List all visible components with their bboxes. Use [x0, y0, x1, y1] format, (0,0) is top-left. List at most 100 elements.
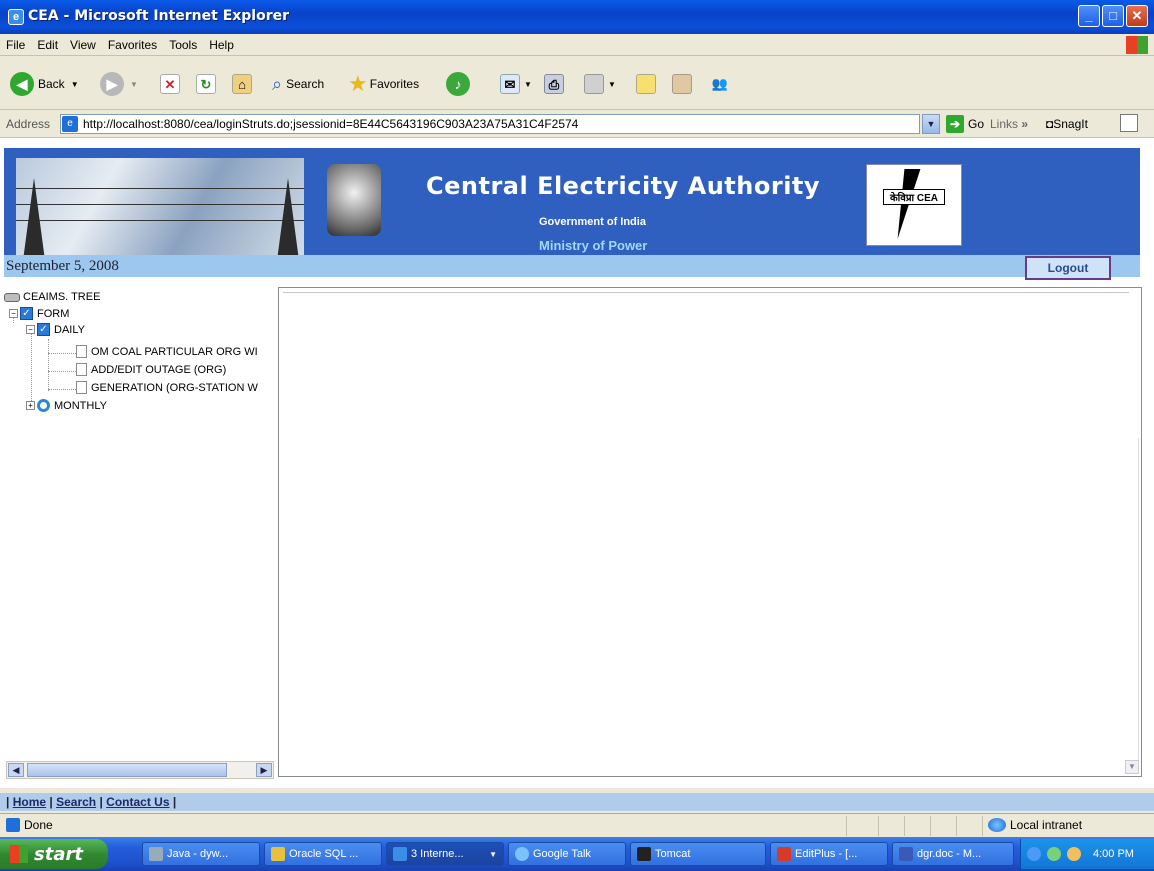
navigation-tree: CEAIMS. TREE − ✓ FORM − ✓ DAILY OM COAL …: [4, 289, 276, 769]
tree-node-daily-label: DAILY: [54, 323, 85, 336]
menu-favorites[interactable]: Favorites: [102, 34, 163, 56]
tray-expand-icon[interactable]: [1027, 847, 1041, 861]
content-frame[interactable]: ▼: [278, 287, 1142, 777]
tree-leaf-generation[interactable]: GENERATION (ORG-STATION W: [76, 381, 258, 394]
ie-status-icon: [6, 818, 20, 832]
address-dropdown-icon[interactable]: ▼: [922, 114, 940, 134]
clock[interactable]: 4:00 PM: [1093, 848, 1134, 860]
contact-us-link[interactable]: Contact Us: [106, 795, 169, 809]
menu-view[interactable]: View: [64, 34, 102, 56]
logout-button[interactable]: Logout: [1025, 256, 1111, 280]
zone-text: Local intranet: [1010, 818, 1083, 832]
research-button[interactable]: [672, 71, 692, 97]
network-icon[interactable]: [1047, 847, 1061, 861]
tree-horizontal-scrollbar[interactable]: ◀ ▶: [6, 761, 274, 779]
collapse-icon[interactable]: −: [9, 309, 18, 318]
home-link[interactable]: Home: [13, 795, 46, 809]
links-toolbar[interactable]: Links »: [990, 117, 1028, 131]
footer-separator: |: [172, 795, 177, 809]
back-button[interactable]: ◀ Back ▼: [10, 71, 79, 97]
group-dropdown-icon: ▼: [489, 849, 497, 859]
menu-tools[interactable]: Tools: [163, 34, 203, 56]
stop-button[interactable]: ✕: [160, 71, 180, 97]
site-title: Central Electricity Authority: [426, 172, 821, 200]
close-button[interactable]: ✕: [1126, 5, 1148, 27]
forward-button[interactable]: ▶ ▼: [100, 71, 138, 97]
menu-edit[interactable]: Edit: [31, 34, 64, 56]
page-content: Central Electricity Authority Government…: [0, 138, 1154, 811]
refresh-button[interactable]: ↻: [196, 71, 216, 97]
scrollbar-thumb[interactable]: [27, 763, 227, 777]
collapse-icon[interactable]: −: [26, 325, 35, 334]
footer-separator: |: [99, 795, 103, 809]
forward-arrow-icon: ▶: [100, 72, 124, 96]
links-label: Links: [990, 117, 1019, 131]
tree-leaf-label: OM COAL PARTICULAR ORG WI: [91, 345, 258, 358]
snagit-capture-icon[interactable]: [1120, 114, 1138, 132]
search-button[interactable]: ⌕ Search: [272, 71, 324, 97]
messenger-icon: 👥: [711, 76, 729, 91]
maximize-button[interactable]: □: [1102, 5, 1124, 27]
task-tomcat[interactable]: Tomcat: [630, 842, 766, 866]
messenger-button[interactable]: 👥: [710, 71, 730, 97]
minimize-button[interactable]: _: [1078, 5, 1100, 27]
task-editplus[interactable]: EditPlus - [...: [770, 842, 888, 866]
snagit-button[interactable]: ◘SnagIt: [1046, 117, 1088, 131]
task-label: dgr.doc - M...: [917, 848, 982, 860]
task-word-doc[interactable]: dgr.doc - M...: [892, 842, 1014, 866]
taskbar: start Java - dyw... Oracle SQL ... 3 Int…: [0, 837, 1154, 871]
back-dropdown-icon[interactable]: ▼: [71, 80, 79, 89]
home-icon: ⌂: [232, 74, 252, 94]
address-bar: Address http://localhost:8080/cea/loginS…: [0, 110, 1154, 138]
start-button[interactable]: start: [0, 839, 108, 869]
media-button[interactable]: ♪: [446, 71, 470, 97]
tree-node-daily[interactable]: − ✓ DAILY: [26, 323, 85, 336]
scroll-down-icon[interactable]: ▼: [1125, 760, 1139, 774]
menu-file[interactable]: File: [0, 34, 31, 56]
task-label: Oracle SQL ...: [289, 848, 359, 860]
tree-node-form[interactable]: − ✓ FORM: [9, 307, 69, 320]
favorites-button[interactable]: ★ Favorites: [348, 71, 419, 97]
discuss-button[interactable]: [636, 71, 656, 97]
tree-leaf-om-coal[interactable]: OM COAL PARTICULAR ORG WI: [76, 345, 258, 358]
forward-dropdown-icon[interactable]: ▼: [130, 80, 138, 89]
frame-vertical-scrollbar[interactable]: [1138, 438, 1139, 768]
task-java[interactable]: Java - dyw...: [142, 842, 260, 866]
task-oracle-sql[interactable]: Oracle SQL ...: [264, 842, 382, 866]
research-icon: [672, 74, 692, 94]
tree-node-monthly-label: MONTHLY: [54, 399, 107, 412]
mail-button[interactable]: ✉ ▼: [500, 71, 532, 97]
windows-logo-icon: [1126, 36, 1148, 54]
tree-root[interactable]: CEAIMS. TREE: [4, 291, 100, 303]
task-google-talk[interactable]: Google Talk: [508, 842, 626, 866]
task-label: EditPlus - [...: [795, 848, 858, 860]
go-button[interactable]: ➔ Go: [946, 115, 984, 133]
print-button[interactable]: ⎙: [544, 71, 564, 97]
task-label: Google Talk: [533, 848, 591, 860]
edit-button[interactable]: ▼: [584, 71, 616, 97]
document-icon: [76, 381, 87, 394]
task-label: Tomcat: [655, 848, 691, 860]
address-label: Address: [6, 117, 51, 131]
scroll-left-icon[interactable]: ◀: [8, 763, 24, 777]
status-text: Done: [24, 818, 53, 832]
home-button[interactable]: ⌂: [232, 71, 252, 97]
window-titlebar[interactable]: e CEA - Microsoft Internet Explorer _ □ …: [0, 0, 1154, 34]
task-internet-explorer[interactable]: 3 Interne... ▼: [386, 842, 504, 866]
address-input[interactable]: http://localhost:8080/cea/loginStruts.do…: [60, 114, 920, 134]
messenger-tray-icon[interactable]: [1067, 847, 1081, 861]
expand-icon[interactable]: +: [26, 401, 35, 410]
tree-node-monthly[interactable]: + MONTHLY: [26, 399, 107, 412]
checkbox-icon[interactable]: ✓: [20, 307, 33, 320]
menu-help[interactable]: Help: [203, 34, 240, 56]
search-link[interactable]: Search: [56, 795, 96, 809]
scroll-right-icon[interactable]: ▶: [256, 763, 272, 777]
intranet-icon: [988, 818, 1006, 832]
checkbox-icon[interactable]: ✓: [37, 323, 50, 336]
windows-flag-icon: [10, 845, 28, 863]
footer-links: | Home | Search | Contact Us |: [0, 793, 1154, 811]
tree-leaf-outage[interactable]: ADD/EDIT OUTAGE (ORG): [76, 363, 226, 376]
ie-app-icon: e: [8, 9, 24, 25]
links-more-icon[interactable]: »: [1021, 117, 1028, 131]
national-emblem-icon: [327, 164, 381, 236]
